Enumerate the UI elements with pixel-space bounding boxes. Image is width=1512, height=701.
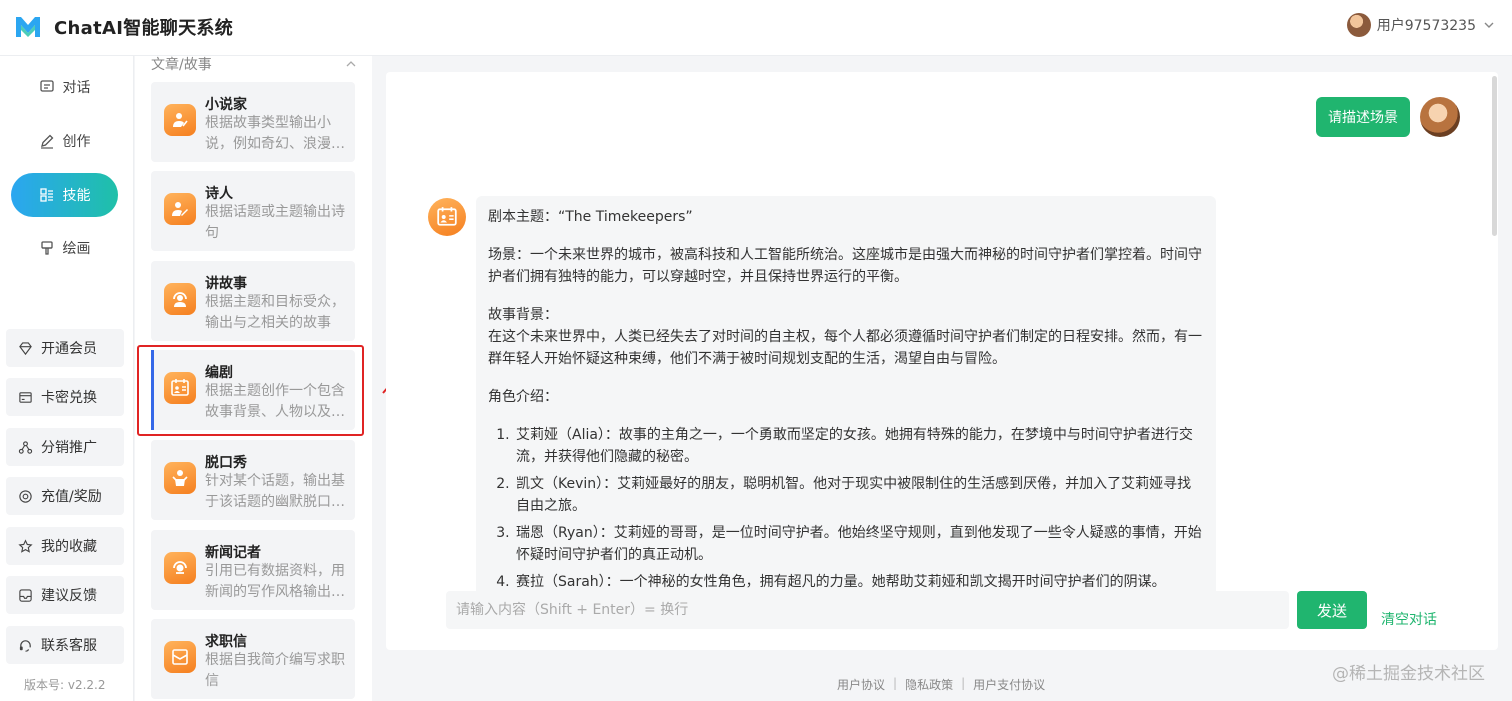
recharge-button[interactable]: 充值/奖励 [6, 477, 124, 515]
skill-card-journalist[interactable]: 新闻记者 引用已有数据资料，用新闻的写作风格输出主题文章 [151, 530, 355, 610]
category-header[interactable]: 文章/故事 [151, 56, 357, 73]
list-item: 瑞恩（Ryan）：艾莉娅的哥哥，是一位时间守护者。他始终坚守规则，直到他发现了一… [514, 522, 1204, 566]
screenwriter-icon [164, 372, 196, 404]
clear-chat-button[interactable]: 清空对话 [1381, 609, 1437, 629]
list-item: 凯文（Kevin）：艾莉娅最好的朋友，聪明机智。他对于现实中被限制住的生活感到厌… [514, 473, 1204, 517]
envelope-icon [164, 641, 196, 673]
nav-item-draw[interactable]: 绘画 [11, 226, 118, 270]
script-background: 故事背景： 在这个未来世界中，人类已经失去了对时间的自主权，每个人都必须遵循时间守… [488, 307, 1202, 367]
left-nav: 对话 创作 技能 绘画 开通会员 卡密兑换 分销推广 充值/奖励 我的收藏 建议… [0, 56, 134, 701]
storyteller-icon [164, 283, 196, 315]
privacy-policy-link[interactable]: 隐私政策 [905, 676, 953, 693]
star-icon [18, 538, 33, 553]
script-theme: 剧本主题：“The Timekeepers” [488, 209, 693, 225]
journalist-icon [164, 552, 196, 584]
skill-card-poet[interactable]: 诗人 根据话题或主题输出诗句 [151, 171, 355, 251]
list-item: 艾莉娅（Alia）：故事的主角之一，一个勇敢而坚定的女孩。她拥有特殊的能力，在梦… [514, 424, 1204, 468]
diamond-icon [19, 341, 32, 355]
message-input[interactable] [446, 591, 1289, 629]
version-label: 版本号: v2.2.2 [24, 678, 106, 692]
list-item: 赛拉（Sarah）：一个神秘的女性角色，拥有超凡的力量。她帮助艾莉娅和凯文揭开时… [514, 571, 1204, 593]
headset-icon [19, 639, 31, 652]
novelist-icon [164, 104, 196, 136]
share-icon [18, 440, 33, 454]
skill-card-novelist[interactable]: 小说家 根据故事类型输出小说，例如奇幻、浪漫、科幻等 [151, 82, 355, 162]
skill-card-cover-letter[interactable]: 求职信 根据自我简介编写求职信 [151, 619, 355, 699]
favorites-button[interactable]: 我的收藏 [6, 527, 124, 565]
skill-card-talkshow[interactable]: 脱口秀 针对某个话题，输出基于该话题的幽默脱口秀内容 [151, 440, 355, 520]
chat-icon [39, 80, 54, 92]
footer-links: 用户协议 | 隐私政策 | 用户支付协议 [837, 676, 1045, 693]
payment-agreement-link[interactable]: 用户支付协议 [973, 676, 1045, 693]
nav-item-skills[interactable]: 技能 [11, 173, 118, 217]
roles-list: 艾莉娅（Alia）：故事的主角之一，一个勇敢而坚定的女孩。她拥有特殊的能力，在梦… [488, 424, 1204, 593]
talkshow-icon [164, 462, 196, 494]
script-scene: 场景：一个未来世界的城市，被高科技和人工智能所统治。这座城市是由强大而神秘的时间… [488, 247, 1202, 285]
user-name: 用户97573235 [1376, 18, 1476, 34]
skills-icon [39, 188, 53, 202]
customer-service-button[interactable]: 联系客服 [6, 626, 124, 664]
footer-separator: | [961, 676, 966, 690]
redeem-card-button[interactable]: 卡密兑换 [6, 378, 124, 416]
card-icon [19, 391, 32, 403]
skill-card-storyteller[interactable]: 讲故事 根据主题和目标受众，输出与之相关的故事 [151, 261, 355, 341]
coin-icon [19, 489, 32, 503]
nav-item-create[interactable]: 创作 [11, 119, 118, 163]
user-agreement-link[interactable]: 用户协议 [837, 676, 885, 693]
send-button[interactable]: 发送 [1297, 591, 1367, 629]
logo-icon [16, 17, 40, 37]
user-chat-avatar [1420, 97, 1460, 137]
top-header: ChatAI智能聊天系统 用户97573235 [0, 0, 1512, 56]
bot-avatar [428, 198, 466, 236]
roles-title: 角色介绍： [488, 389, 558, 405]
feedback-button[interactable]: 建议反馈 [6, 576, 124, 614]
nav-item-chat[interactable]: 对话 [11, 65, 118, 109]
screenwriter-icon [437, 207, 457, 226]
skills-panel: 文章/故事 小说家 根据故事类型输出小说，例如奇幻、浪漫、科幻等 诗人 根据话题… [135, 56, 372, 701]
user-avatar [1346, 13, 1371, 37]
pen-icon [40, 134, 53, 149]
chat-scrollbar[interactable] [1492, 76, 1497, 236]
bot-message: 剧本主题：“The Timekeepers” 场景：一个未来世界的城市，被高科技… [476, 196, 1216, 596]
distribution-button[interactable]: 分销推广 [6, 428, 124, 466]
poet-icon [164, 193, 196, 225]
vip-button[interactable]: 开通会员 [6, 329, 124, 367]
chevron-up-icon [346, 61, 356, 67]
user-menu[interactable]: 用户97573235 [1346, 13, 1496, 37]
app-title: ChatAI智能聊天系统 [54, 18, 234, 39]
skill-card-screenwriter[interactable]: 编剧 根据主题创作一个包含故事背景、人物以及对话的剧本 [151, 350, 355, 430]
footer-separator: | [893, 676, 898, 690]
user-message-bubble: 请描述场景 [1316, 97, 1410, 137]
brush-icon [40, 241, 53, 255]
watermark: @稀土掘金技术社区 [1332, 664, 1485, 684]
chevron-down-icon [1484, 22, 1494, 28]
feedback-icon [19, 588, 32, 602]
chat-panel: 请描述场景 剧本主题：“The Timekeepers” 场景：一个未来世界的城… [386, 72, 1498, 650]
